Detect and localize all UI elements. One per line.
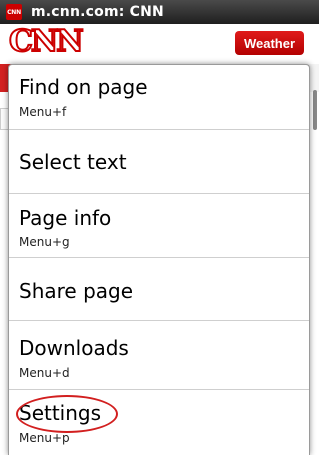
menu-item-page-info[interactable]: Page info Menu+g [9, 194, 309, 258]
menu-item-shortcut: Menu+d [19, 366, 70, 380]
menu-item-label: Page info [19, 206, 112, 230]
menu-item-label: Select text [19, 150, 127, 174]
menu-item-shortcut: Menu+p [19, 431, 70, 445]
menu-item-shortcut: Menu+g [19, 235, 70, 249]
cnn-favicon-icon: CNN [6, 4, 22, 20]
weather-button[interactable]: Weather [235, 31, 304, 55]
menu-item-share-page[interactable]: Share page [9, 258, 309, 321]
menu-item-select-text[interactable]: Select text [9, 130, 309, 194]
menu-item-label: Find on page [19, 75, 148, 99]
menu-item-label: Downloads [19, 336, 129, 360]
menu-item-shortcut: Menu+f [19, 105, 67, 119]
cnn-logo[interactable]: CNN [8, 24, 85, 60]
menu-item-find-on-page[interactable]: Find on page Menu+f [9, 65, 309, 130]
menu-item-label: Share page [19, 279, 134, 303]
page-title: m.cnn.com: CNN [31, 4, 164, 20]
title-bar: CNN m.cnn.com: CNN [0, 0, 319, 24]
annotation-circle [16, 395, 118, 433]
cnn-header: CNN Weather [0, 24, 319, 65]
browser-options-menu: Find on page Menu+f Select text Page inf… [8, 64, 310, 455]
scrollbar[interactable] [313, 90, 317, 130]
menu-item-downloads[interactable]: Downloads Menu+d [9, 321, 309, 390]
